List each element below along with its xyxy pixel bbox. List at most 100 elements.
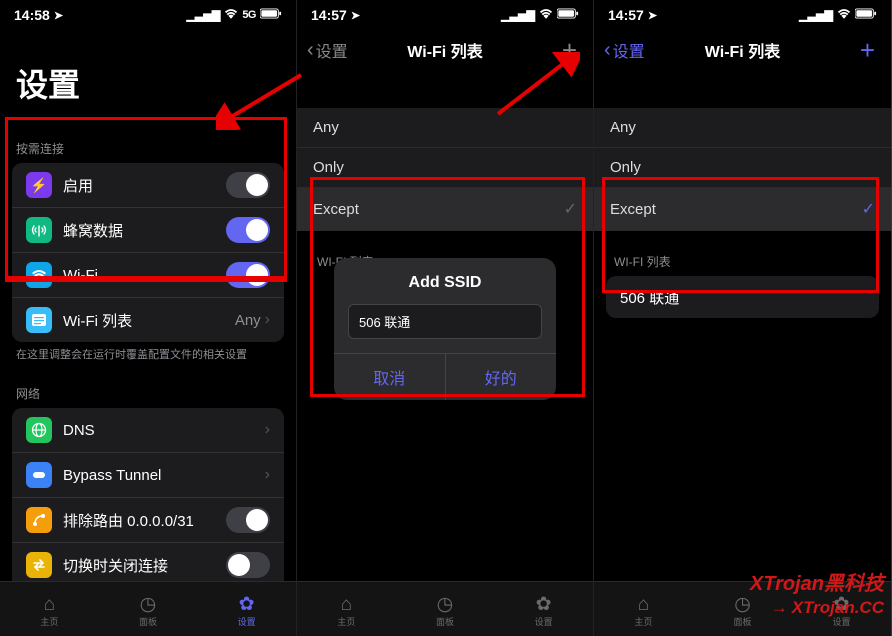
tab-panel[interactable]: ◷面板 bbox=[139, 595, 157, 628]
row-bypass[interactable]: Bypass Tunnel › bbox=[12, 453, 284, 498]
section-header-net: 网络 bbox=[0, 367, 296, 408]
page-title: 设置 bbox=[0, 28, 296, 122]
signal-bars-icon: ▁▃▅▇ bbox=[501, 9, 535, 22]
ssid-input[interactable]: 506 联通 bbox=[348, 304, 542, 339]
wifi-status-icon bbox=[539, 8, 553, 22]
nav-title: Wi-Fi 列表 bbox=[705, 38, 780, 62]
home-icon: ⌂ bbox=[638, 595, 649, 614]
dialog-ok-button[interactable]: 好的 bbox=[446, 354, 557, 400]
status-time: 14:57 bbox=[311, 7, 347, 23]
row-wifi-list[interactable]: Wi-Fi 列表 Any › bbox=[12, 298, 284, 342]
tab-home[interactable]: ⌂主页 bbox=[634, 595, 652, 628]
row-enable[interactable]: ⚡ 启用 bbox=[12, 163, 284, 208]
nav-back-button[interactable]: ‹ 设置 bbox=[604, 38, 645, 62]
battery-icon bbox=[557, 8, 579, 22]
phone-wifi-list-result: 14:57 ➤ ▁▃▅▇ ‹ 设置 Wi-Fi 列表 + Any Only Ex… bbox=[594, 0, 891, 636]
row-label: 蜂窝数据 bbox=[63, 220, 226, 241]
gauge-icon: ◷ bbox=[734, 595, 751, 614]
dialog-title: Add SSID bbox=[334, 258, 556, 304]
section-header-list: WI-FI 列表 bbox=[594, 231, 891, 276]
toggle-close-on-switch[interactable] bbox=[226, 552, 270, 578]
wifi-icon bbox=[26, 262, 52, 288]
ssid-label: 506 联通 bbox=[620, 287, 865, 308]
check-icon: ✓ bbox=[862, 199, 875, 219]
tab-home[interactable]: ⌂主页 bbox=[337, 595, 355, 628]
list-icon bbox=[26, 307, 52, 333]
tab-settings[interactable]: ✿设置 bbox=[832, 595, 850, 628]
route-icon bbox=[26, 507, 52, 533]
location-icon: ➤ bbox=[54, 9, 63, 22]
tab-bar: ⌂主页 ◷面板 ✿设置 bbox=[0, 581, 296, 636]
gauge-icon: ◷ bbox=[140, 595, 157, 614]
row-label: DNS bbox=[63, 422, 265, 439]
tab-panel[interactable]: ◷面板 bbox=[436, 595, 454, 628]
tab-settings[interactable]: ✿设置 bbox=[535, 595, 553, 628]
row-label: Wi-Fi bbox=[63, 267, 226, 284]
row-close-on-switch[interactable]: 切换时关闭连接 bbox=[12, 543, 284, 581]
tab-home[interactable]: ⌂主页 bbox=[40, 595, 58, 628]
tab-settings[interactable]: ✿设置 bbox=[238, 595, 256, 628]
row-exclude[interactable]: 排除路由 0.0.0.0/31 bbox=[12, 498, 284, 543]
toggle-cellular[interactable] bbox=[226, 217, 270, 243]
toggle-exclude[interactable] bbox=[226, 507, 270, 533]
signal-bars-icon: ▁▃▅▇ bbox=[799, 9, 833, 22]
home-icon: ⌂ bbox=[44, 595, 55, 614]
gear-icon: ✿ bbox=[834, 595, 850, 614]
gauge-icon: ◷ bbox=[437, 595, 454, 614]
battery-icon bbox=[260, 8, 282, 22]
option-any[interactable]: Any bbox=[594, 108, 891, 148]
option-only[interactable]: Only bbox=[594, 148, 891, 188]
row-value: Any bbox=[235, 312, 261, 329]
ssid-row[interactable]: 506 联通 bbox=[606, 276, 879, 318]
dialog-cancel-button[interactable]: 取消 bbox=[334, 354, 446, 400]
nav-back-button[interactable]: ‹ 设置 bbox=[307, 38, 348, 62]
phone-wifi-list-dialog: 14:57 ➤ ▁▃▅▇ ‹ 设置 Wi-Fi 列表 + Any Only Ex… bbox=[297, 0, 594, 636]
gear-icon: ✿ bbox=[536, 595, 552, 614]
check-icon: ✓ bbox=[564, 199, 577, 219]
row-label: Wi-Fi 列表 bbox=[63, 310, 235, 331]
nav-add-button[interactable]: + bbox=[854, 37, 881, 63]
row-wifi[interactable]: Wi-Fi bbox=[12, 253, 284, 298]
switch-icon bbox=[26, 552, 52, 578]
toggle-wifi[interactable] bbox=[226, 262, 270, 288]
tab-panel[interactable]: ◷面板 bbox=[733, 595, 751, 628]
battery-icon bbox=[855, 8, 877, 22]
wifi-status-icon bbox=[837, 8, 851, 22]
add-ssid-dialog: Add SSID 506 联通 取消 好的 bbox=[334, 258, 556, 400]
status-bar: 14:58 ➤ ▁▃▅▇ 5G bbox=[0, 0, 296, 28]
globe-icon bbox=[26, 417, 52, 443]
status-bar: 14:57 ➤ ▁▃▅▇ bbox=[594, 0, 891, 28]
nav-bar: ‹ 设置 Wi-Fi 列表 + bbox=[594, 28, 891, 72]
option-only[interactable]: Only bbox=[297, 148, 593, 188]
chevron-right-icon: › bbox=[265, 421, 270, 439]
tab-bar: ⌂主页 ◷面板 ✿设置 bbox=[594, 581, 891, 636]
section-header-conn: 按需连接 bbox=[0, 122, 296, 163]
antenna-icon bbox=[26, 217, 52, 243]
tunnel-icon bbox=[26, 462, 52, 488]
gear-icon: ✿ bbox=[239, 595, 255, 614]
chevron-right-icon: › bbox=[265, 466, 270, 484]
status-bar: 14:57 ➤ ▁▃▅▇ bbox=[297, 0, 593, 28]
chevron-left-icon: ‹ bbox=[604, 40, 611, 60]
location-icon: ➤ bbox=[648, 9, 657, 22]
tab-bar: ⌂主页 ◷面板 ✿设置 bbox=[297, 581, 593, 636]
row-dns[interactable]: DNS › bbox=[12, 408, 284, 453]
status-time: 14:57 bbox=[608, 7, 644, 23]
wifi-status-icon bbox=[224, 8, 238, 22]
nav-add-button[interactable]: + bbox=[556, 37, 583, 63]
toggle-enable[interactable] bbox=[226, 172, 270, 198]
row-cellular[interactable]: 蜂窝数据 bbox=[12, 208, 284, 253]
row-label: Bypass Tunnel bbox=[63, 467, 265, 484]
phone-settings-main: 14:58 ➤ ▁▃▅▇ 5G 设置 按需连接 ⚡ 启用 bbox=[0, 0, 297, 636]
network-type: 5G bbox=[242, 9, 256, 21]
option-except[interactable]: Except ✓ bbox=[297, 188, 593, 231]
row-label: 排除路由 0.0.0.0/31 bbox=[63, 510, 226, 531]
signal-bars-icon: ▁▃▅▇ bbox=[186, 9, 220, 22]
section-footer-conn: 在这里调整会在运行时覆盖配置文件的相关设置 bbox=[0, 342, 296, 367]
chevron-left-icon: ‹ bbox=[307, 40, 314, 60]
option-except[interactable]: Except ✓ bbox=[594, 188, 891, 231]
chevron-right-icon: › bbox=[265, 311, 270, 329]
option-any[interactable]: Any bbox=[297, 108, 593, 148]
row-label: 切换时关闭连接 bbox=[63, 555, 226, 576]
nav-title: Wi-Fi 列表 bbox=[407, 38, 482, 62]
